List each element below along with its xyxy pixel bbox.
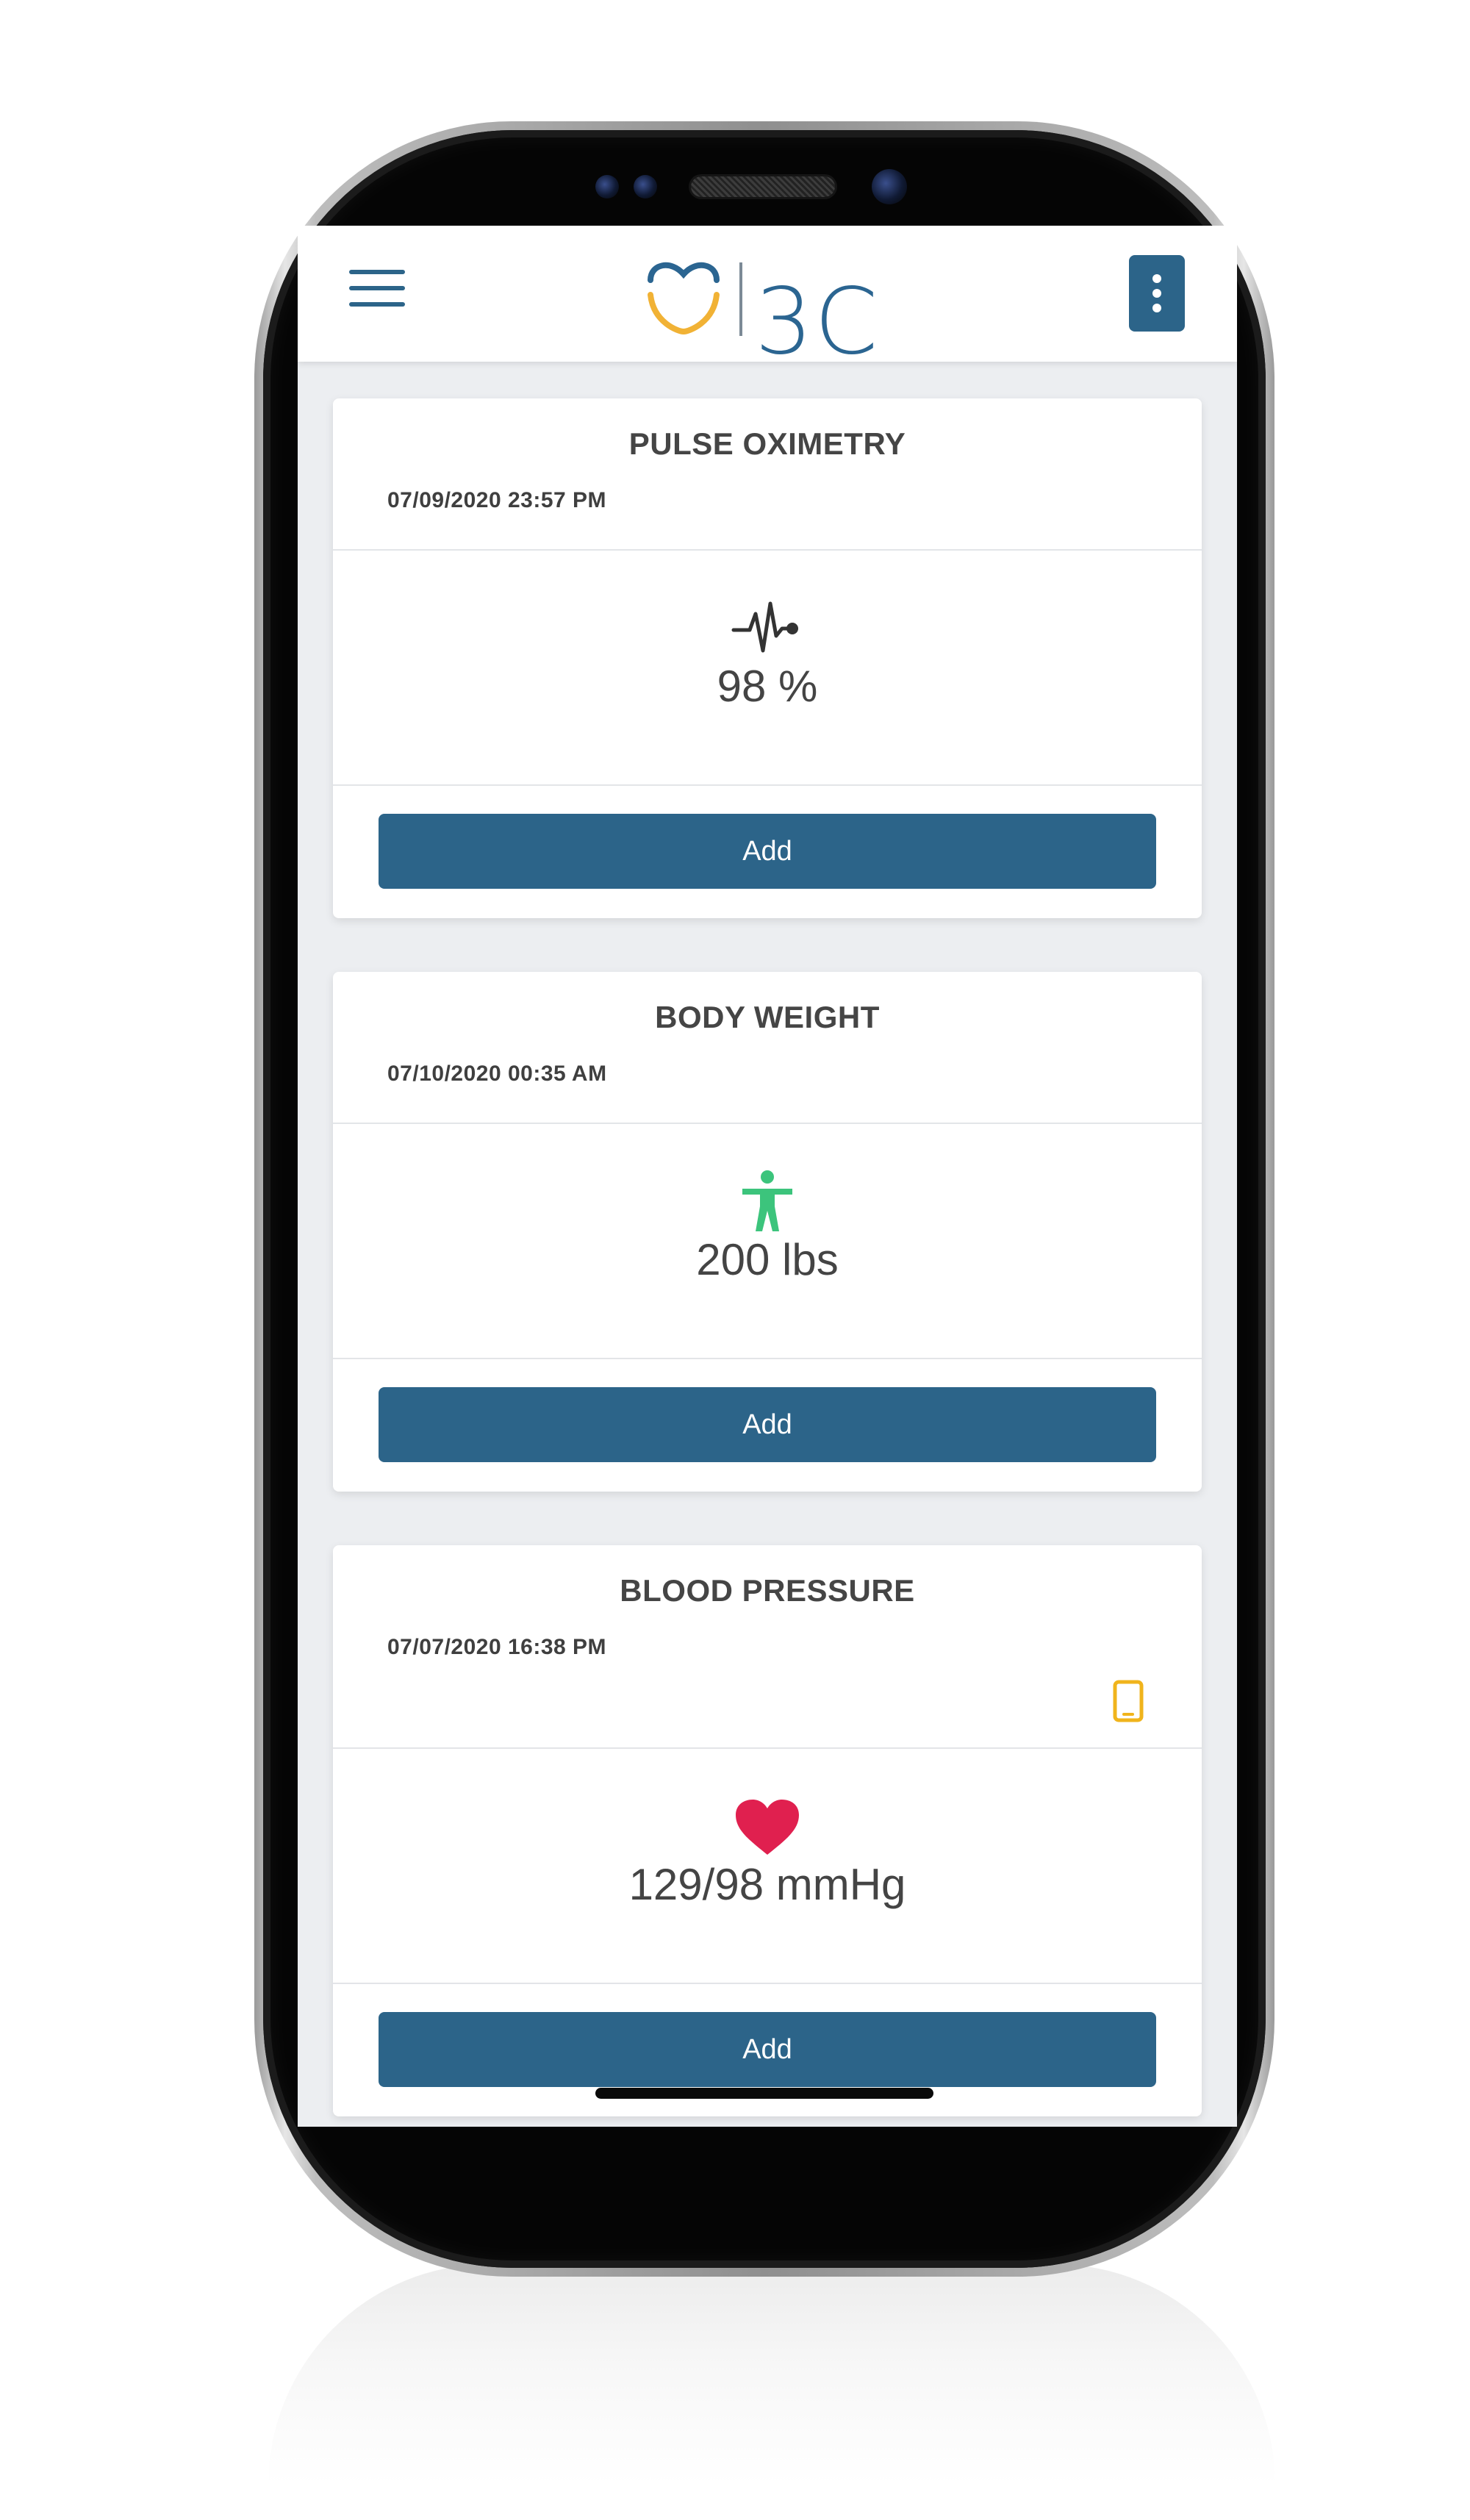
vertical-dots-icon — [1152, 274, 1161, 283]
card-header: BLOOD PRESSURE 07/07/2020 16:38 PM — [333, 1545, 1202, 1749]
card-date: 07/07/2020 16:38 PM — [387, 1635, 607, 1659]
card-title: BODY WEIGHT — [655, 1000, 880, 1034]
add-pulse-oximetry-button[interactable]: Add — [379, 814, 1156, 889]
card-body: 129/98 mmHg — [333, 1749, 1202, 1984]
front-sensor — [634, 175, 657, 198]
card-footer: Add — [333, 1359, 1202, 1492]
card-title: PULSE OXIMETRY — [628, 426, 906, 461]
mobile-phone-icon — [1113, 1680, 1144, 1722]
logo-text: 3C — [755, 269, 880, 375]
card-footer: Add — [333, 786, 1202, 918]
app-logo: 3C — [643, 252, 893, 375]
menu-button[interactable] — [349, 268, 405, 312]
card-header: PULSE OXIMETRY 07/09/2020 23:57 PM — [333, 398, 1202, 551]
add-body-weight-button[interactable]: Add — [379, 1387, 1156, 1462]
metric-value: 98 % — [717, 662, 818, 711]
card-date: 07/09/2020 23:57 PM — [387, 488, 607, 512]
metric-value: 129/98 mmHg — [628, 1860, 906, 1909]
app-header: 3C — [298, 226, 1237, 375]
heart-icon — [736, 1800, 799, 1855]
blood-pressure-card: BLOOD PRESSURE 07/07/2020 16:38 PM 129/9… — [333, 1545, 1202, 2116]
front-sensor — [595, 175, 619, 198]
vertical-dot — [1152, 289, 1161, 298]
card-header: BODY WEIGHT 07/10/2020 00:35 AM — [333, 972, 1202, 1124]
card-title: BLOOD PRESSURE — [620, 1573, 915, 1608]
hamburger-menu-line — [349, 302, 405, 307]
hamburger-menu-line — [349, 286, 405, 290]
earpiece-speaker — [691, 176, 835, 197]
app-screen: 3C PULSE OXIMETRY 07/09/2020 23:57 PM 98… — [298, 226, 1237, 2127]
more-options-button[interactable] — [1129, 255, 1185, 332]
card-body: 200 lbs — [333, 1124, 1202, 1359]
card-date: 07/10/2020 00:35 AM — [387, 1062, 607, 1086]
phone-reflection — [268, 2264, 1275, 2485]
vertical-dot — [1152, 304, 1161, 312]
card-body: 98 % — [333, 551, 1202, 786]
metric-value: 200 lbs — [696, 1235, 839, 1284]
add-blood-pressure-button[interactable]: Add — [379, 2012, 1156, 2087]
pulse-oximetry-card: PULSE OXIMETRY 07/09/2020 23:57 PM 98 % … — [333, 398, 1202, 918]
home-indicator[interactable] — [595, 2088, 933, 2099]
pulse-wave-icon — [731, 601, 798, 653]
hamburger-menu-icon — [349, 270, 405, 274]
front-camera — [872, 169, 907, 204]
body-weight-card: BODY WEIGHT 07/10/2020 00:35 AM 200 lbs … — [333, 972, 1202, 1492]
body-figure-icon — [742, 1170, 792, 1231]
